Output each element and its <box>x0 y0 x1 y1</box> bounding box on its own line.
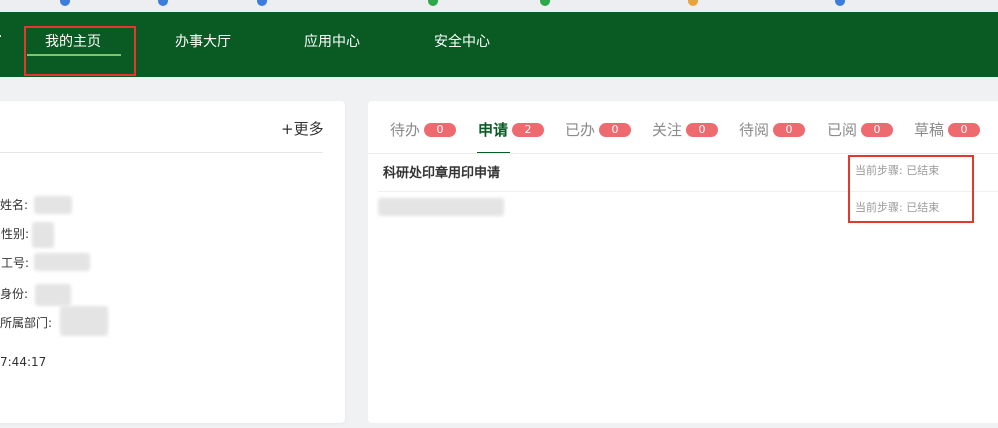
id-label: 工号: <box>1 256 30 270</box>
tab-read[interactable]: 已阅 0 <box>827 119 894 140</box>
bookmark-icon[interactable] <box>688 0 698 6</box>
browser-bookmark-strip <box>0 0 998 12</box>
gender-value <box>32 222 54 248</box>
bookmark-icon[interactable] <box>158 0 168 6</box>
count-badge: 0 <box>773 123 806 137</box>
id-value <box>34 253 90 271</box>
tab-label: 待阅 <box>739 121 770 139</box>
login-time: 7:44:17 <box>0 355 47 369</box>
tab-to-read[interactable]: 待阅 0 <box>739 119 806 140</box>
count-badge: 2 <box>512 123 545 137</box>
highlight-box-nav <box>24 26 136 76</box>
tab-label: 关注 <box>652 121 683 139</box>
count-badge: 0 <box>686 123 719 137</box>
tab-label: 已办 <box>565 121 596 139</box>
bookmark-icon[interactable] <box>835 0 845 6</box>
name-value <box>34 196 72 214</box>
more-link[interactable]: +更多 <box>281 118 324 139</box>
tasks-card <box>368 101 998 423</box>
nav-security-center[interactable]: 安全中心 <box>434 31 490 51</box>
profile-divider <box>0 152 323 153</box>
nav-service-hall[interactable]: 办事大厅 <box>175 31 231 51</box>
identity-label: 身份: <box>0 287 29 301</box>
bookmark-icon[interactable] <box>540 0 550 6</box>
identity-value <box>35 284 71 306</box>
count-badge: 0 <box>861 123 894 137</box>
tab-done[interactable]: 已办 0 <box>565 119 632 140</box>
tab-follow[interactable]: 关注 0 <box>652 119 719 140</box>
tabs-divider <box>368 153 998 154</box>
highlight-box-steps <box>848 155 974 223</box>
tab-label: 已阅 <box>827 121 858 139</box>
name-label: 姓名: <box>0 198 29 212</box>
count-badge: 0 <box>424 123 457 137</box>
bookmark-icon[interactable] <box>428 0 438 6</box>
tab-label: 草稿 <box>914 121 945 139</box>
count-badge: 0 <box>948 123 981 137</box>
tab-apply[interactable]: 申请 2 <box>478 119 545 140</box>
nav-app-center[interactable]: 应用中心 <box>304 31 360 51</box>
list-item-title-redacted[interactable] <box>378 198 504 216</box>
count-badge: 0 <box>599 123 632 137</box>
nav-prev-icon[interactable]: · <box>0 29 2 45</box>
tab-label: 待办 <box>390 121 421 139</box>
list-item-title[interactable]: 科研处印章用印申请 <box>383 162 500 181</box>
bookmark-icon[interactable] <box>257 0 267 6</box>
gender-label: 性别: <box>1 227 30 241</box>
department-label: 所属部门: <box>0 316 53 330</box>
bookmark-icon[interactable] <box>60 0 70 6</box>
tab-todo[interactable]: 待办 0 <box>390 119 457 140</box>
tab-draft[interactable]: 草稿 0 <box>914 119 981 140</box>
top-navigation: · 我的主页 办事大厅 应用中心 安全中心 <box>0 12 998 77</box>
tab-label: 申请 <box>478 121 509 139</box>
department-value <box>60 306 108 336</box>
